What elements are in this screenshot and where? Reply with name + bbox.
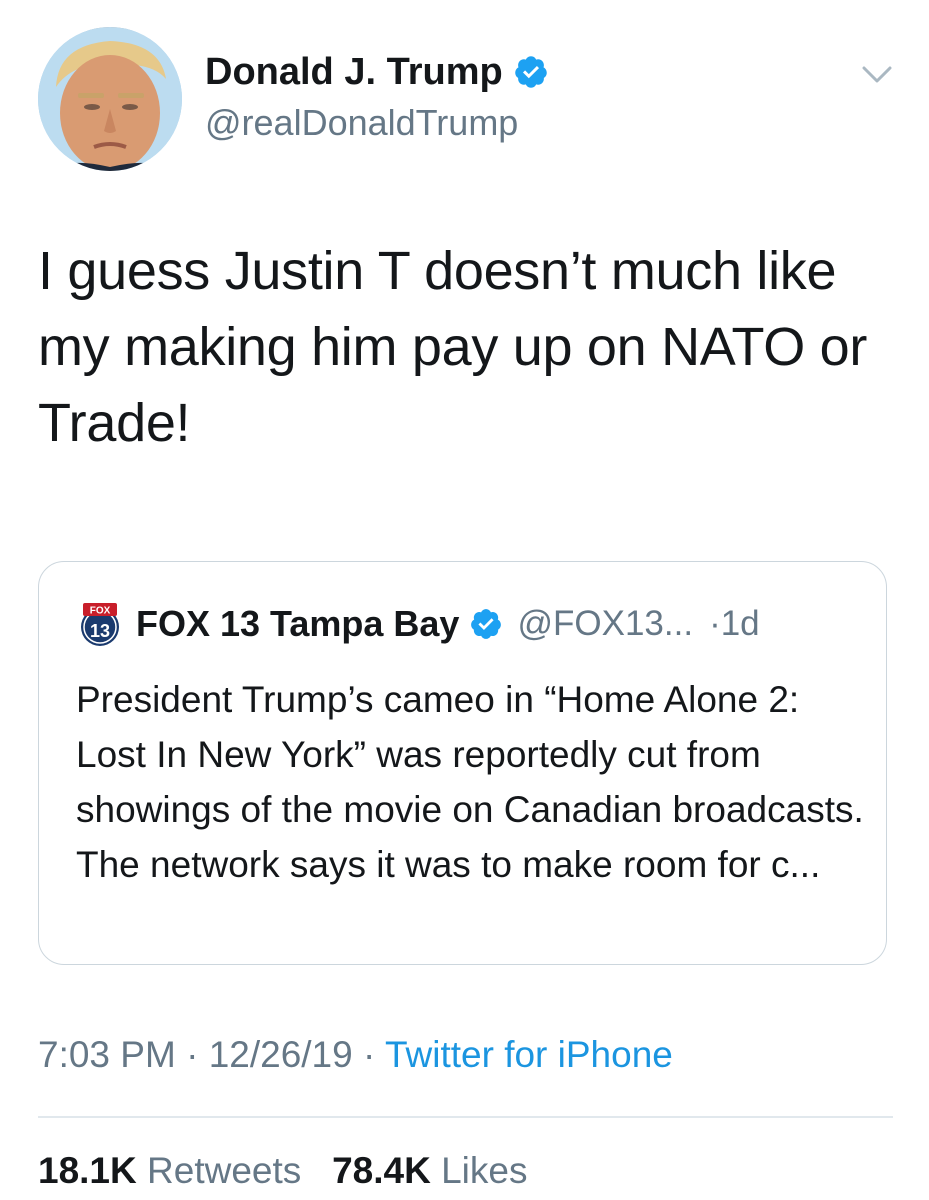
likes-label: Likes bbox=[441, 1150, 528, 1191]
retweets-count: 18.1K bbox=[38, 1150, 137, 1191]
author-name-text[interactable]: Donald J. Trump bbox=[205, 50, 503, 94]
fox13-logo-bottom: 13 bbox=[90, 621, 110, 641]
quoted-author-name: FOX 13 Tampa Bay bbox=[136, 603, 460, 644]
verified-badge-icon bbox=[471, 609, 502, 639]
avatar[interactable] bbox=[38, 27, 182, 171]
tweet-stats: 18.1K Retweets 78.4K Likes bbox=[38, 1148, 528, 1194]
fox13-logo-top: FOX bbox=[90, 606, 111, 617]
tweet-meta: 7:03 PM · 12/26/19 · Twitter for iPhone bbox=[38, 1032, 673, 1078]
likes-stat[interactable]: 78.4K Likes bbox=[332, 1150, 527, 1191]
tweet-source-link[interactable]: Twitter for iPhone bbox=[385, 1034, 673, 1075]
tweet-date[interactable]: 12/26/19 bbox=[209, 1034, 353, 1075]
author-handle[interactable]: @realDonaldTrump bbox=[205, 102, 518, 144]
fox13-logo-icon: FOX 13 bbox=[81, 603, 119, 646]
avatar-portrait bbox=[38, 27, 182, 171]
divider bbox=[38, 1116, 893, 1118]
meta-separator: · bbox=[186, 1034, 199, 1075]
quoted-tweet-card[interactable]: FOX 13 FOX 13 Tampa Bay @FOX13... · 1d P… bbox=[38, 561, 887, 965]
quoted-tweet-text: President Trump’s cameo in “Home Alone 2… bbox=[76, 679, 864, 885]
tweet-text: I guess Justin T doesn’t much like my ma… bbox=[38, 241, 868, 453]
tweet-time[interactable]: 7:03 PM bbox=[38, 1034, 176, 1075]
author-name[interactable]: Donald J. Trump bbox=[205, 50, 549, 94]
retweets-label: Retweets bbox=[147, 1150, 302, 1191]
meta-separator: · bbox=[363, 1034, 376, 1075]
likes-count: 78.4K bbox=[332, 1150, 431, 1191]
quoted-separator: · bbox=[709, 604, 721, 643]
chevron-down-icon[interactable] bbox=[860, 62, 894, 88]
quoted-author-handle: @FOX13... bbox=[517, 604, 694, 643]
retweets-stat[interactable]: 18.1K Retweets bbox=[38, 1150, 312, 1191]
quoted-tweet-header: FOX 13 FOX 13 Tampa Bay @FOX13... · 1d bbox=[76, 599, 760, 649]
quoted-timestamp: 1d bbox=[720, 604, 760, 643]
verified-badge-icon bbox=[514, 56, 547, 88]
